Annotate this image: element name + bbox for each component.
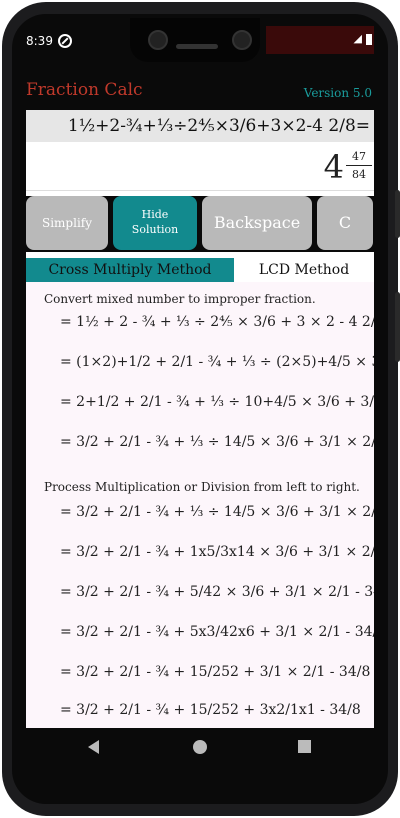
backspace-button[interactable]: Backspace <box>202 196 312 250</box>
power-button <box>395 292 400 362</box>
solution-line: = 3/2 + 2/1 - ¾ + 5x3/42x6 + 3/1 × 2/1 -… <box>60 624 374 640</box>
back-icon[interactable] <box>88 740 99 754</box>
expression-text: 1½+2-¾+⅓÷2⅘×3/6+3×2-4 2/8= <box>67 116 370 136</box>
result-denominator: 84 <box>352 168 366 181</box>
result-whole: 4 <box>323 148 344 186</box>
home-icon[interactable] <box>193 740 207 754</box>
result-numerator: 47 <box>346 148 372 166</box>
clear-button[interactable]: C <box>317 196 373 250</box>
do-not-disturb-icon <box>58 34 72 48</box>
tab-lcd[interactable]: LCD Method <box>234 258 374 282</box>
solution-line: = 3/2 + 2/1 - ¾ + ⅓ ÷ 14/5 × 3/6 + 3/1 ×… <box>60 504 374 520</box>
result-fraction: 47 84 <box>346 148 372 183</box>
wifi-icon: ◢ <box>353 32 362 45</box>
expression-display[interactable]: 1½+2-¾+⅓÷2⅘×3/6+3×2-4 2/8= <box>26 110 374 142</box>
solution-line: = 3/2 + 2/1 - ¾ + 15/252 + 3x2/1x1 - 34/… <box>60 702 361 718</box>
front-sensor-icon <box>232 30 252 50</box>
simplify-label: Simplify <box>41 216 92 230</box>
tab-cross-multiply[interactable]: Cross Multiply Method <box>26 258 234 282</box>
app-title: Fraction Calc <box>26 80 143 100</box>
clear-label: C <box>338 213 352 232</box>
system-nav-bar <box>26 728 374 768</box>
battery-icon <box>366 33 372 45</box>
status-icons: ◢ <box>354 32 372 45</box>
solution-line: = 2+1/2 + 2/1 - ¾ + ⅓ ÷ 10+4/5 × 3/6 + 3… <box>60 394 374 410</box>
solution-line: = 3/2 + 2/1 - ¾ + 15/252 + 3/1 × 2/1 - 3… <box>60 664 371 680</box>
result-display: 4 47 84 <box>26 142 374 191</box>
solution-line: = 3/2 + 2/1 - ¾ + ⅓ ÷ 14/5 × 3/6 + 3/1 ×… <box>60 434 374 450</box>
action-button-row: Simplify Hide Solution Backspace C <box>26 196 374 252</box>
hide-solution-button[interactable]: Hide Solution <box>113 196 197 250</box>
earpiece-speaker <box>176 44 218 49</box>
solution-line: = 3/2 + 2/1 - ¾ + 5/42 × 3/6 + 3/1 × 2/1… <box>60 584 374 600</box>
solution-line: = 3/2 + 2/1 - ¾ + 1x5/3x14 × 3/6 + 3/1 ×… <box>60 544 374 560</box>
volume-button <box>395 190 400 238</box>
app-bar: Fraction Calc Version 5.0 <box>26 72 374 110</box>
simplify-button[interactable]: Simplify <box>26 196 108 250</box>
solution-line: = (1×2)+1/2 + 2/1 - ¾ + ⅓ ÷ (2×5)+4/5 × … <box>60 354 374 370</box>
app-version: Version 5.0 <box>303 86 372 100</box>
step2-label: Process Multiplication or Division from … <box>44 480 360 494</box>
solution-line: = 1½ + 2 - ¾ + ⅓ ÷ 2⅘ × 3/6 + 3 × 2 - 4 … <box>60 314 374 330</box>
backspace-label: Backspace <box>213 213 301 232</box>
recents-icon[interactable] <box>298 740 311 753</box>
step1-label: Convert mixed number to improper fractio… <box>44 292 316 306</box>
hide-solution-label-1: Hide <box>141 208 169 221</box>
app-window: Fraction Calc Version 5.0 1½+2-¾+⅓÷2⅘×3/… <box>26 72 374 728</box>
method-tabs: Cross Multiply Method LCD Method <box>26 258 374 282</box>
solution-panel[interactable]: Convert mixed number to improper fractio… <box>26 282 374 728</box>
status-time: 8:39 <box>26 34 53 48</box>
front-camera-icon <box>148 30 168 50</box>
hide-solution-label-2: Solution <box>131 223 179 236</box>
